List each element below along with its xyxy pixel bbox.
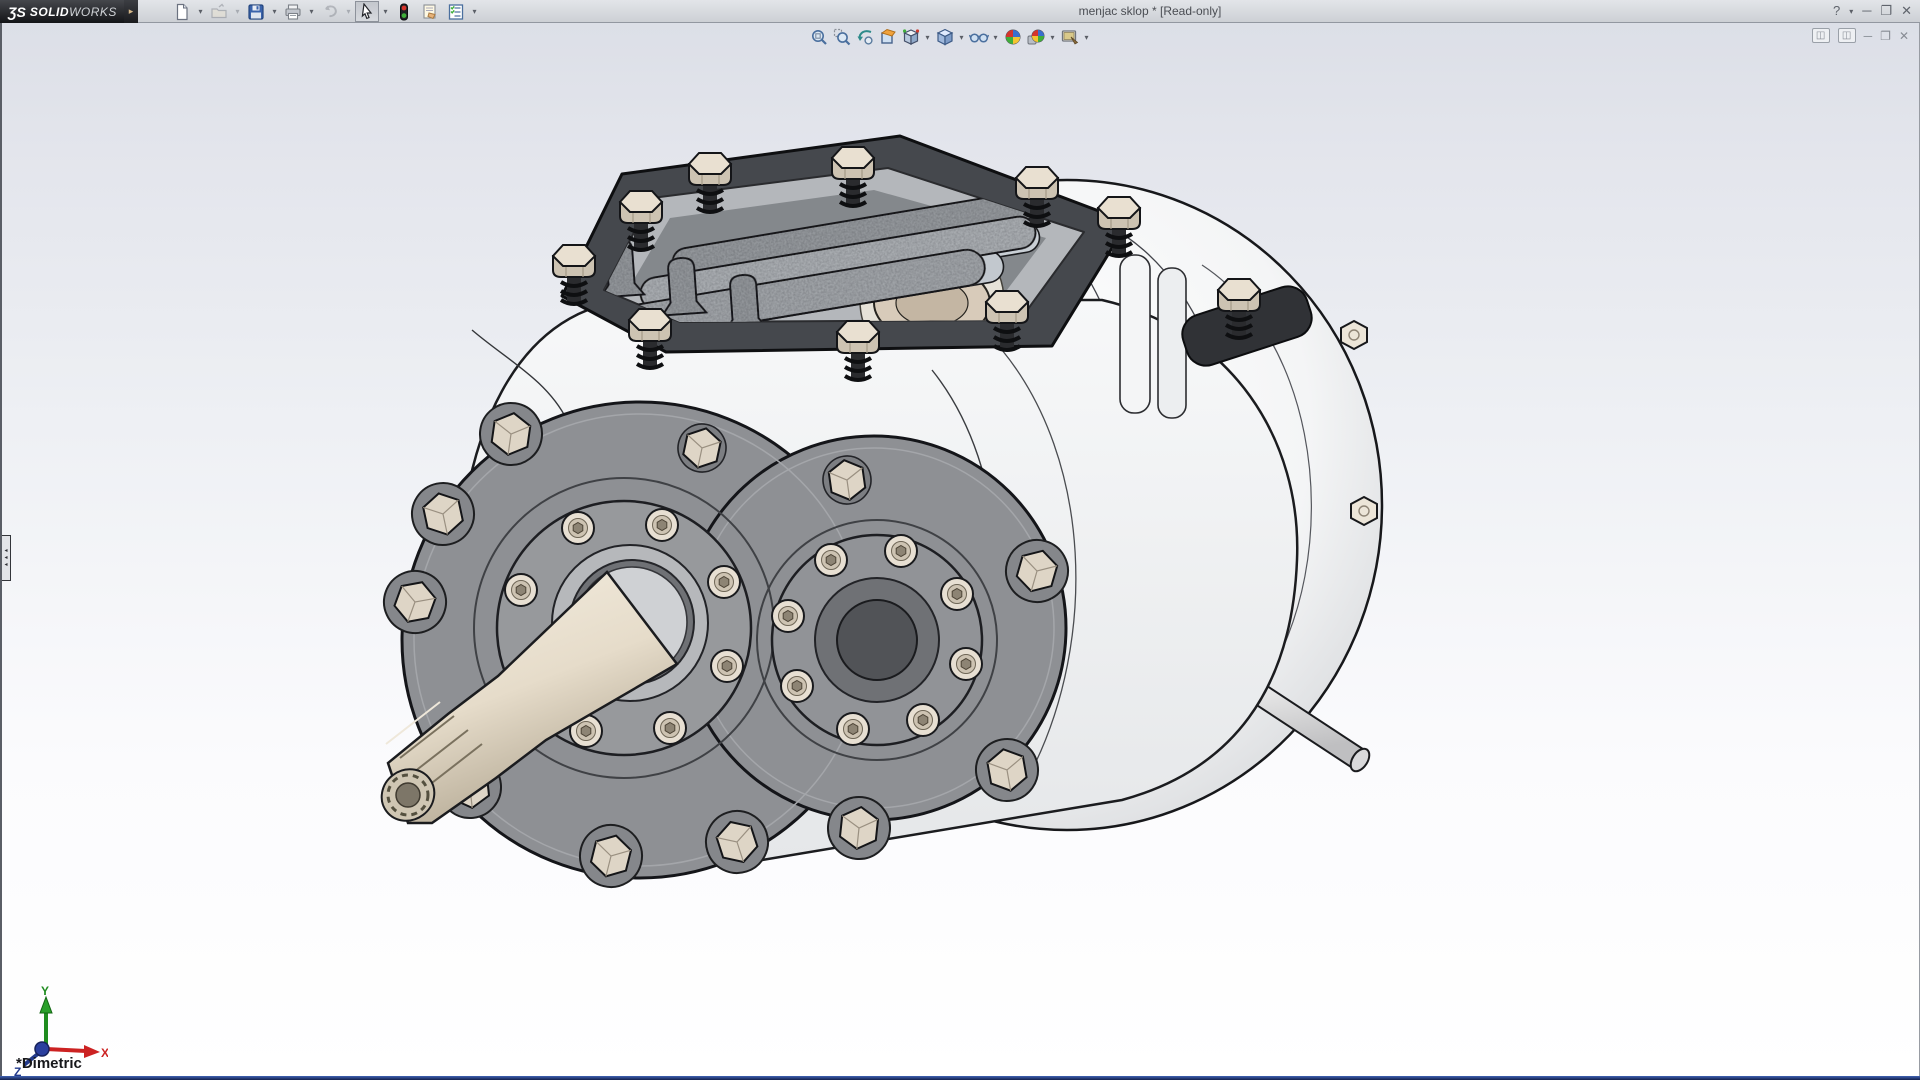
retainer-screw[interactable] bbox=[654, 712, 686, 744]
apply-scene-dropdown-icon[interactable]: ▾ bbox=[1048, 33, 1057, 42]
titlebar: ƷS SOLIDWORKS ▸ ▾ ▾ bbox=[0, 0, 1920, 23]
pane-toggle-left-button[interactable]: ◫ bbox=[1812, 28, 1830, 43]
solidworks-window: ƷS SOLIDWORKS ▸ ▾ ▾ bbox=[0, 0, 1920, 1080]
open-folder-icon bbox=[210, 3, 228, 21]
file-properties-icon bbox=[421, 3, 439, 21]
edit-appearance-button[interactable] bbox=[1002, 27, 1023, 47]
retainer-screw[interactable] bbox=[708, 566, 740, 598]
zoom-to-area-button[interactable] bbox=[831, 27, 852, 47]
save-button[interactable] bbox=[244, 1, 268, 22]
hide-show-items-icon bbox=[969, 28, 989, 46]
help-dropdown-arrow-icon[interactable]: ▾ bbox=[1849, 7, 1853, 16]
pane-toggle-right-button[interactable]: ◫ bbox=[1838, 28, 1856, 43]
hide-show-items-button[interactable] bbox=[968, 27, 989, 47]
options-button[interactable] bbox=[444, 1, 468, 22]
retainer-screw[interactable] bbox=[885, 535, 917, 567]
hide-show-items-dropdown-icon[interactable]: ▾ bbox=[991, 33, 1000, 42]
collapse-arrow-icon: ◂ bbox=[4, 548, 7, 554]
section-view-button[interactable] bbox=[877, 27, 898, 47]
undo-dropdown-arrow-icon[interactable]: ▾ bbox=[344, 7, 353, 16]
collapse-arrow-icon: ◂ bbox=[4, 562, 7, 568]
brand-solid-text: SOLID bbox=[30, 5, 69, 19]
doc-close-button[interactable]: ✕ bbox=[1899, 29, 1909, 43]
options-icon bbox=[447, 3, 465, 21]
print-icon bbox=[284, 3, 302, 21]
display-style-button[interactable] bbox=[934, 27, 955, 47]
view-orientation-button[interactable] bbox=[900, 27, 921, 47]
model-gearbox[interactable] bbox=[371, 136, 1382, 894]
select-dropdown-arrow-icon[interactable]: ▾ bbox=[381, 7, 390, 16]
document-title: menjac sklop * [Read-only] bbox=[1000, 0, 1300, 22]
retainer-screw[interactable] bbox=[781, 670, 813, 702]
retainer-screw[interactable] bbox=[505, 574, 537, 606]
open-button[interactable] bbox=[207, 1, 231, 22]
solidworks-logo: ƷS SOLIDWORKS bbox=[0, 0, 124, 23]
help-button[interactable]: ? bbox=[1833, 0, 1840, 22]
retainer-screw[interactable] bbox=[711, 650, 743, 682]
retainer-screw[interactable] bbox=[646, 509, 678, 541]
print-dropdown-arrow-icon[interactable]: ▾ bbox=[307, 7, 316, 16]
edit-appearance-icon bbox=[1004, 28, 1022, 46]
menu-flyout-button[interactable]: ▸ bbox=[124, 0, 138, 23]
graphics-area[interactable]: ▾ ▾ ▾ bbox=[0, 23, 1920, 1076]
view-settings-icon bbox=[1061, 28, 1079, 46]
retainer-screw[interactable] bbox=[941, 578, 973, 610]
save-floppy-icon bbox=[247, 3, 265, 21]
restore-button[interactable]: ❐ bbox=[1880, 0, 1892, 22]
previous-view-icon bbox=[856, 28, 874, 46]
retainer-screw[interactable] bbox=[772, 600, 804, 632]
triad-x-label: X bbox=[101, 1046, 108, 1060]
retainer-screw[interactable] bbox=[562, 512, 594, 544]
display-style-icon bbox=[936, 28, 954, 46]
zoom-to-fit-button[interactable] bbox=[808, 27, 829, 47]
brand-works-text: WORKS bbox=[69, 5, 117, 19]
retainer-screw[interactable] bbox=[837, 713, 869, 745]
section-view-icon bbox=[879, 28, 897, 46]
select-cursor-icon bbox=[359, 3, 375, 20]
file-properties-button[interactable] bbox=[418, 1, 442, 22]
display-style-dropdown-icon[interactable]: ▾ bbox=[957, 33, 966, 42]
rebuild-button[interactable] bbox=[392, 1, 416, 22]
undo-icon bbox=[321, 3, 339, 21]
previous-view-button[interactable] bbox=[854, 27, 875, 47]
zoom-to-fit-icon bbox=[810, 28, 828, 46]
view-orientation-icon bbox=[902, 28, 920, 46]
zoom-to-area-icon bbox=[833, 28, 851, 46]
save-dropdown-arrow-icon[interactable]: ▾ bbox=[270, 7, 279, 16]
view-settings-button[interactable] bbox=[1059, 27, 1080, 47]
retainer-screw[interactable] bbox=[815, 544, 847, 576]
collapse-arrow-icon: ◂ bbox=[4, 555, 7, 561]
open-dropdown-arrow-icon[interactable]: ▾ bbox=[233, 7, 242, 16]
select-button[interactable] bbox=[355, 1, 379, 22]
view-orientation-label: *Dimetric bbox=[16, 1055, 82, 1072]
retainer-screw[interactable] bbox=[907, 704, 939, 736]
main-toolbar: ▾ ▾ ▾ bbox=[170, 1, 479, 22]
print-button[interactable] bbox=[281, 1, 305, 22]
doc-minimize-button[interactable]: ─ bbox=[1864, 29, 1873, 43]
undo-button[interactable] bbox=[318, 1, 342, 22]
new-button[interactable] bbox=[170, 1, 194, 22]
ds-logo-icon: ƷS bbox=[8, 4, 26, 20]
3d-viewport[interactable] bbox=[2, 23, 1920, 1076]
taskbar-edge bbox=[0, 1076, 1920, 1080]
rebuild-traffic-light-icon bbox=[396, 3, 412, 21]
close-button[interactable]: ✕ bbox=[1901, 0, 1912, 22]
new-document-icon bbox=[173, 3, 191, 21]
minimize-button[interactable]: ─ bbox=[1862, 0, 1871, 22]
window-controls: ? ▾ ─ ❐ ✕ bbox=[1833, 0, 1912, 22]
headsup-view-toolbar: ▾ ▾ ▾ bbox=[808, 26, 1091, 48]
doc-restore-button[interactable]: ❐ bbox=[1880, 29, 1891, 43]
triad-y-label: Y bbox=[41, 985, 49, 998]
level-plug[interactable] bbox=[1351, 497, 1377, 525]
apply-scene-button[interactable] bbox=[1025, 27, 1046, 47]
options-dropdown-arrow-icon[interactable]: ▾ bbox=[470, 7, 479, 16]
apply-scene-icon bbox=[1027, 28, 1045, 46]
drain-plug[interactable] bbox=[1341, 321, 1367, 349]
featuremanager-collapse-tab[interactable]: ◂ ◂ ◂ bbox=[2, 535, 11, 581]
new-dropdown-arrow-icon[interactable]: ▾ bbox=[196, 7, 205, 16]
document-window-controls: ◫ ◫ ─ ❐ ✕ bbox=[1812, 28, 1909, 43]
retainer-screw[interactable] bbox=[950, 648, 982, 680]
view-orientation-dropdown-icon[interactable]: ▾ bbox=[923, 33, 932, 42]
view-settings-dropdown-icon[interactable]: ▾ bbox=[1082, 33, 1091, 42]
